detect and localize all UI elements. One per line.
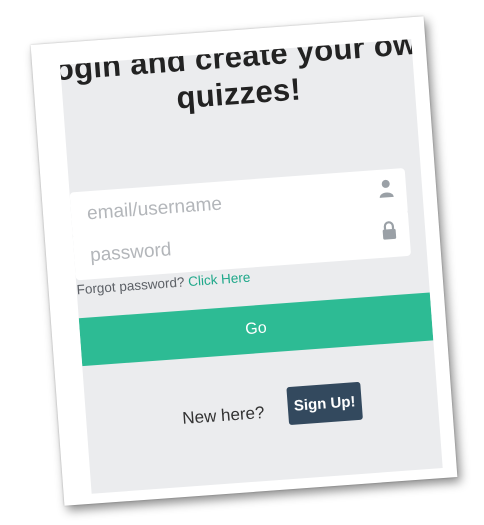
page-title: Login and create your own quizzes! (60, 39, 438, 116)
user-icon (379, 179, 394, 198)
signup-button[interactable]: Sign Up! (286, 381, 363, 426)
login-panel: Login and create your own quizzes! Forgo… (60, 39, 443, 494)
lock-icon (382, 221, 397, 240)
photo-card: Login and create your own quizzes! Forgo… (30, 16, 458, 506)
photo-stage: Login and create your own quizzes! Forgo… (0, 0, 484, 525)
go-button[interactable]: Go (78, 292, 434, 367)
signup-row: New here? Sign Up! (85, 376, 439, 446)
new-here-text: New here? (181, 402, 266, 428)
forgot-password-link[interactable]: Click Here (188, 270, 251, 290)
